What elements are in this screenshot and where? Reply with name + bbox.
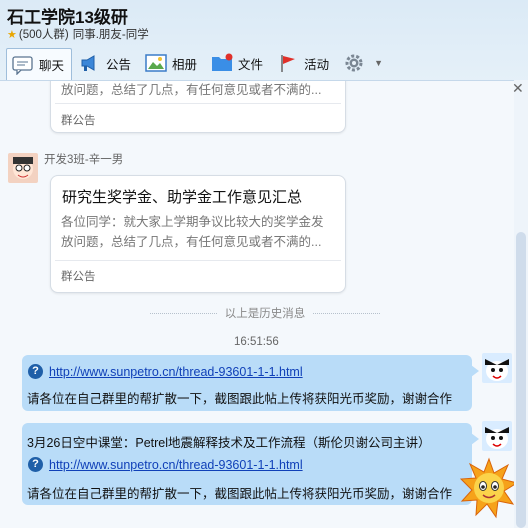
tab-album[interactable]: 相册: [140, 48, 204, 78]
tab-label: 公告: [106, 57, 132, 72]
chat-icon: [12, 55, 34, 76]
member-count: (500人群): [18, 29, 69, 41]
tab-label: 活动: [304, 57, 330, 72]
star-icon: ★: [7, 28, 17, 41]
announcement-label: 群公告: [61, 271, 96, 283]
announcement-card[interactable]: 放问题，总结了几点，有任何意见或者不满的... 群公告: [50, 81, 346, 133]
flag-icon: [277, 53, 299, 73]
scrollbar-thumb[interactable]: [516, 232, 526, 528]
avatar[interactable]: [482, 421, 512, 451]
announcement-excerpt: 各位同学：就大家上学期争议比较大的奖学金发: [61, 215, 324, 229]
announcement-excerpt: 放问题，总结了几点，有任何意见或者不满的...: [61, 83, 322, 97]
announcement-excerpt: 放问题，总结了几点，有任何意见或者不满的...: [61, 235, 322, 249]
message-link[interactable]: http://www.sunpetro.cn/thread-93601-1-1.…: [49, 458, 303, 472]
message-text: 请各位在自己群里的帮扩散一下，截图跟此帖上传将获阳光币奖励，谢谢合作: [27, 392, 453, 406]
history-divider: 以上是历史消息: [150, 305, 380, 321]
avatar[interactable]: [8, 153, 38, 183]
card-divider: [55, 103, 341, 104]
group-toolbar: 聊天 公告 相册 文件 活动 ▼: [0, 46, 528, 81]
settings-button[interactable]: ▼: [338, 48, 390, 78]
help-icon: ?: [28, 457, 43, 472]
tab-chat[interactable]: 聊天: [6, 48, 73, 81]
tab-announcement[interactable]: 公告: [74, 48, 138, 78]
group-tags: 同事.朋友-同学: [72, 29, 149, 41]
close-icon[interactable]: ✕: [512, 80, 524, 97]
photo-icon: [145, 53, 167, 73]
history-divider-label: 以上是历史消息: [224, 308, 306, 320]
message-bubble[interactable]: ? http://www.sunpetro.cn/thread-93601-1-…: [22, 355, 479, 411]
tab-label: 相册: [172, 57, 198, 72]
chat-scrollbar[interactable]: [514, 80, 528, 528]
announcement-label: 群公告: [61, 115, 96, 127]
help-icon: ?: [28, 364, 43, 379]
announcement-title: 研究生奖学金、助学金工作意见汇总: [62, 189, 303, 206]
tab-label: 聊天: [39, 59, 65, 73]
tab-files[interactable]: 文件: [206, 48, 270, 78]
avatar[interactable]: [482, 353, 512, 383]
tab-label: 文件: [238, 57, 264, 72]
chat-history[interactable]: 放问题，总结了几点，有任何意见或者不满的... 群公告 开发3班-辛一男 研究生…: [0, 80, 514, 528]
tab-activity[interactable]: 活动: [272, 48, 336, 78]
message-text: 3月26日空中课堂：Petrel地震解释技术及工作流程（斯伦贝谢公司主讲）: [27, 436, 431, 450]
message-text: 请各位在自己群里的帮扩散一下，截图跟此帖上传将获阳光币奖励，谢谢合作: [27, 487, 453, 501]
message-bubble[interactable]: 3月26日空中课堂：Petrel地震解释技术及工作流程（斯伦贝谢公司主讲） ? …: [22, 423, 479, 505]
group-info: ★ (500人群) 同事.朋友-同学: [7, 26, 149, 42]
message-timestamp: 16:51:56: [234, 336, 279, 348]
gear-icon: [343, 53, 365, 73]
megaphone-icon: [79, 53, 101, 73]
link-line: ? http://www.sunpetro.cn/thread-93601-1-…: [28, 457, 303, 472]
sun-sticker-icon: [459, 457, 514, 519]
message-link[interactable]: http://www.sunpetro.cn/thread-93601-1-1.…: [49, 365, 303, 379]
folder-icon: [211, 53, 233, 73]
sender-name: 开发3班-辛一男: [44, 154, 124, 166]
group-title: 石工学院13级研: [7, 8, 128, 27]
chat-header: 石工学院13级研 ★ (500人群) 同事.朋友-同学: [0, 0, 528, 44]
card-divider: [55, 260, 341, 261]
link-line: ? http://www.sunpetro.cn/thread-93601-1-…: [28, 364, 303, 379]
chevron-down-icon: ▼: [374, 58, 383, 68]
announcement-card[interactable]: 研究生奖学金、助学金工作意见汇总 各位同学：就大家上学期争议比较大的奖学金发 放…: [50, 175, 346, 293]
